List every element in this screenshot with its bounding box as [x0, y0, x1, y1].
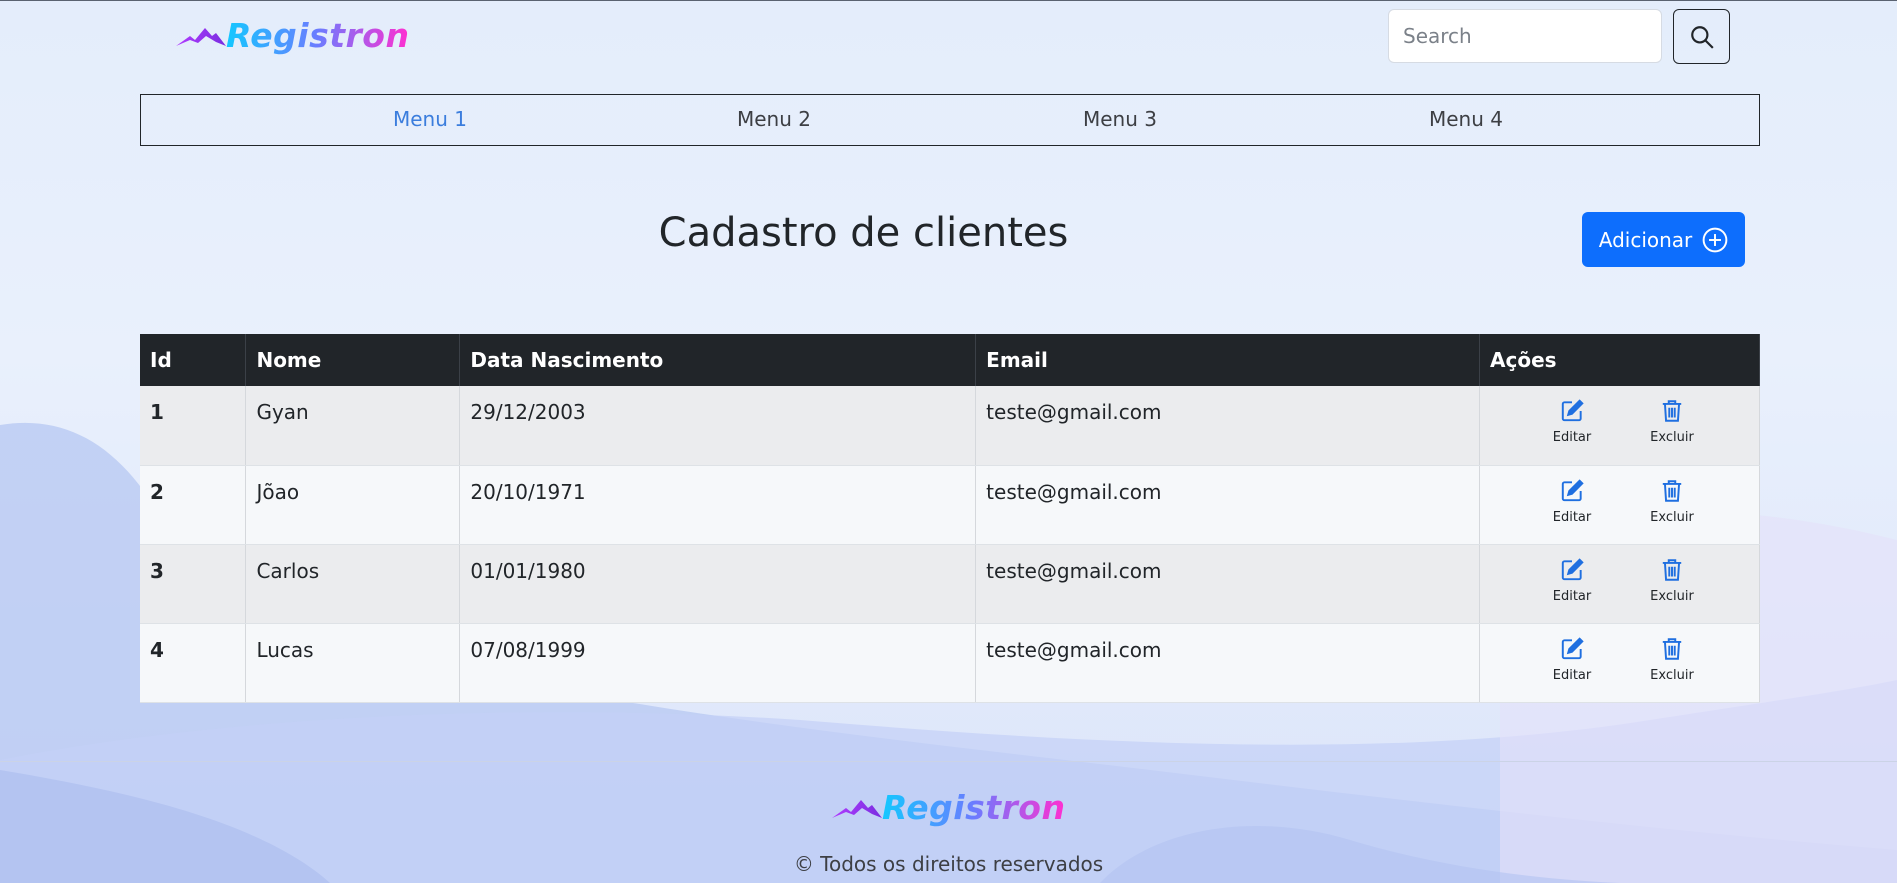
trash-icon [1662, 637, 1682, 660]
header-id: Id [140, 334, 247, 386]
plus-circle-icon [1702, 227, 1728, 252]
header-email: Email [975, 334, 1480, 386]
cell-id: 2 [140, 465, 247, 545]
cell-actions: Editar Excluir [1479, 623, 1760, 703]
edit-button[interactable]: Editar [1544, 636, 1600, 683]
cell-id: 4 [140, 623, 247, 703]
delete-button[interactable]: Excluir [1644, 398, 1700, 445]
edit-button[interactable]: Editar [1544, 478, 1600, 525]
nav-menu-2[interactable]: Menu 2 [737, 107, 811, 131]
edit-button[interactable]: Editar [1544, 557, 1600, 604]
delete-button[interactable]: Excluir [1644, 478, 1700, 525]
mountain-icon [176, 27, 226, 46]
nav-menu-4[interactable]: Menu 4 [1429, 107, 1503, 131]
edit-icon [1561, 636, 1584, 659]
delete-label: Excluir [1650, 430, 1694, 445]
table-header-row: Id Nome Data Nascimento Email Ações [140, 334, 1760, 386]
delete-button[interactable]: Excluir [1644, 557, 1700, 604]
header-acoes: Ações [1479, 334, 1760, 386]
cell-actions: Editar Excluir [1479, 386, 1760, 466]
search-input[interactable] [1388, 9, 1662, 63]
trash-icon [1662, 479, 1682, 502]
footer-brand-name: Registron [882, 788, 1066, 827]
cell-actions: Editar Excluir [1479, 465, 1760, 545]
search-icon [1690, 25, 1714, 49]
add-client-button[interactable]: Adicionar [1582, 212, 1745, 267]
edit-icon [1561, 478, 1584, 501]
page-title: Cadastro de clientes [658, 210, 1069, 256]
table-row: 3 Carlos 01/01/1980 teste@gmail.com Edit… [140, 544, 1760, 624]
table-row: 2 Jõao 20/10/1971 teste@gmail.com Editar… [140, 465, 1760, 545]
cell-nome: Lucas [245, 623, 461, 703]
cell-nascimento: 07/08/1999 [459, 623, 977, 703]
delete-label: Excluir [1650, 667, 1694, 683]
delete-button[interactable]: Excluir [1644, 636, 1700, 683]
edit-label: Editar [1552, 509, 1592, 525]
copyright-text: © Todos os direitos reservados [793, 852, 1104, 876]
header: Registron [0, 0, 1897, 80]
cell-nascimento: 01/01/1980 [459, 544, 977, 624]
cell-id: 1 [140, 386, 247, 466]
footer: Registron © Todos os direitos reservados [0, 761, 1897, 883]
cell-nascimento: 20/10/1971 [459, 465, 977, 545]
nav-menu-3[interactable]: Menu 3 [1083, 107, 1157, 131]
top-border [0, 0, 1897, 1]
trash-icon [1662, 400, 1682, 422]
brand-logo[interactable]: Registron [176, 16, 409, 55]
header-data-nascimento: Data Nascimento [459, 334, 977, 386]
cell-nome: Gyan [245, 386, 461, 466]
edit-icon [1561, 557, 1584, 580]
cell-actions: Editar Excluir [1479, 544, 1760, 624]
edit-label: Editar [1552, 667, 1592, 683]
edit-label: Editar [1552, 588, 1592, 604]
table-row: 1 Gyan 29/12/2003 teste@gmail.com Editar… [140, 386, 1760, 466]
cell-id: 3 [140, 544, 247, 624]
delete-label: Excluir [1650, 588, 1694, 604]
cell-email: teste@gmail.com [975, 386, 1480, 466]
nav-menu-1[interactable]: Menu 1 [393, 107, 467, 131]
main-nav: Menu 1 Menu 2 Menu 3 Menu 4 [140, 94, 1760, 146]
cell-email: teste@gmail.com [975, 465, 1480, 545]
trash-icon [1662, 558, 1682, 581]
mountain-icon [832, 799, 882, 818]
cell-nome: Carlos [245, 544, 461, 624]
brand-name: Registron [226, 16, 410, 55]
header-nome: Nome [245, 334, 461, 386]
delete-label: Excluir [1650, 509, 1694, 525]
clients-table: Id Nome Data Nascimento Email Ações 1 Gy… [140, 334, 1760, 703]
cell-email: teste@gmail.com [975, 623, 1480, 703]
footer-logo[interactable]: Registron [832, 788, 1065, 827]
edit-icon [1561, 399, 1584, 422]
edit-button[interactable]: Editar [1544, 398, 1600, 445]
cell-nascimento: 29/12/2003 [459, 386, 977, 466]
add-button-label: Adicionar [1598, 227, 1693, 252]
search-button[interactable] [1673, 9, 1730, 64]
table-row: 4 Lucas 07/08/1999 teste@gmail.com Edita… [140, 623, 1760, 703]
cell-nome: Jõao [245, 465, 461, 545]
edit-label: Editar [1552, 430, 1592, 445]
cell-email: teste@gmail.com [975, 544, 1480, 624]
